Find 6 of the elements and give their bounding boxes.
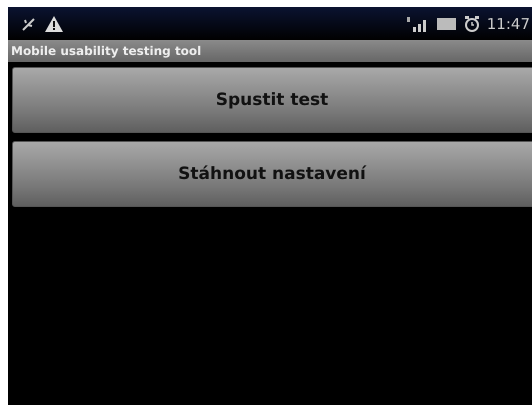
app-title: Mobile usability testing tool	[11, 44, 202, 58]
menu-button[interactable]: Spustit test	[12, 67, 532, 133]
warning-icon	[44, 14, 64, 32]
menu-button[interactable]: Stáhnout nastavení	[12, 141, 532, 207]
status-time: 11:47	[486, 14, 530, 32]
alarm-clock-icon	[462, 14, 481, 32]
